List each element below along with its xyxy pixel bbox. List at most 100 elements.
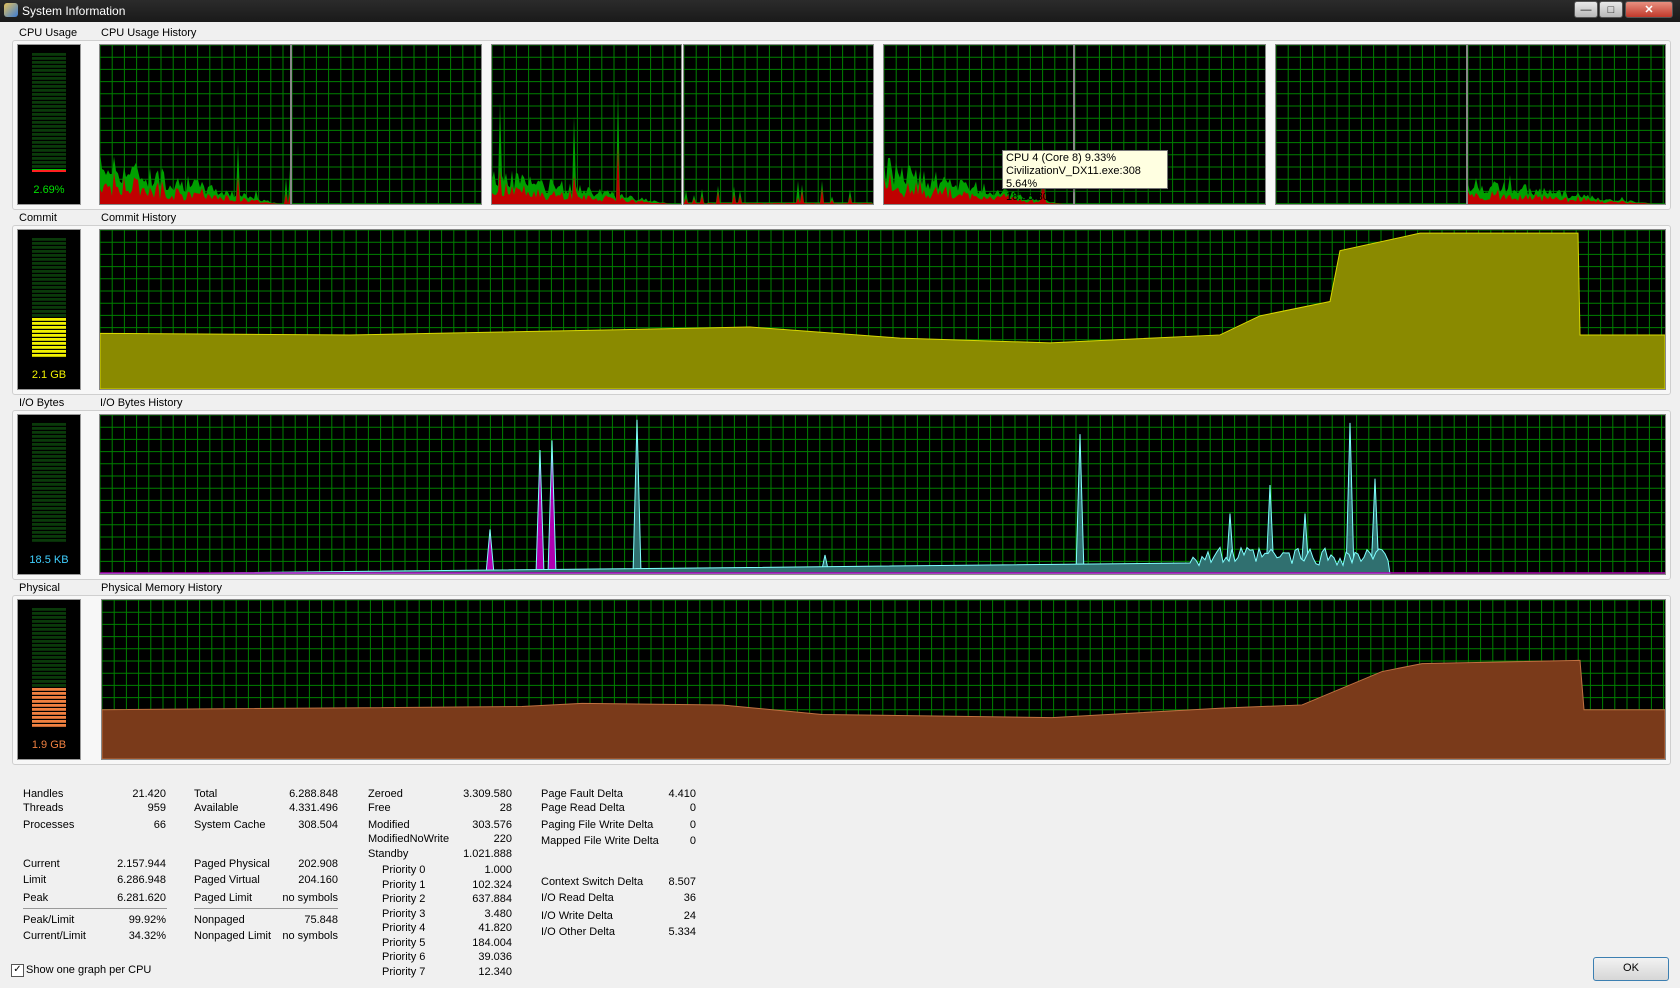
meter-bar xyxy=(32,495,66,498)
ok-button[interactable]: OK xyxy=(1593,957,1669,981)
stat-label: Paging File Write Delta xyxy=(541,819,654,831)
minimize-button[interactable]: — xyxy=(1574,1,1598,18)
io-spike xyxy=(632,419,642,574)
cpu-history-graph-3[interactable] xyxy=(491,44,682,205)
commit-history-label: Commit History xyxy=(101,212,177,224)
meter-bar xyxy=(32,499,66,502)
meter-bar xyxy=(32,117,66,120)
meter-bar xyxy=(32,716,66,719)
meter-bar xyxy=(32,676,66,679)
app-icon xyxy=(4,3,18,17)
meter-bar xyxy=(32,632,66,635)
io-history-graph[interactable] xyxy=(99,414,1666,575)
stat-label: System Cache xyxy=(194,819,266,831)
physical-meter: 1.9 GB xyxy=(17,599,81,760)
meter-bar xyxy=(32,680,66,683)
show-one-graph-per-cpu-label[interactable]: Show one graph per CPU xyxy=(26,964,151,976)
meter-bar xyxy=(32,451,66,454)
meter-bar xyxy=(32,346,66,349)
stat-label: I/O Read Delta xyxy=(541,892,614,904)
stat-label: Nonpaged Limit xyxy=(194,930,272,942)
meter-bar xyxy=(32,77,66,80)
commit-history-graph[interactable] xyxy=(99,229,1666,390)
meter-bar xyxy=(32,97,66,100)
meter-bar xyxy=(32,459,66,462)
meter-bar xyxy=(32,246,66,249)
meter-bar xyxy=(32,668,66,671)
meter-bar xyxy=(32,266,66,269)
stat-label: I/O Other Delta xyxy=(541,926,615,938)
meter-bar xyxy=(32,93,66,96)
io-spike xyxy=(1075,434,1085,574)
cpu-history-label: CPU Usage History xyxy=(101,27,197,39)
minimize-icon: — xyxy=(1580,4,1592,16)
stat-value: 41.820 xyxy=(478,922,512,934)
stat-value: 0 xyxy=(689,819,696,831)
checkmark-icon: ✓ xyxy=(13,964,22,975)
meter-bar xyxy=(32,624,66,627)
stat-value: 308.504 xyxy=(298,819,338,831)
show-one-graph-per-cpu-checkbox[interactable]: ✓ xyxy=(11,964,24,977)
meter-bar xyxy=(32,338,66,341)
stat-value: 24 xyxy=(683,910,696,922)
stat-value: 36 xyxy=(683,892,696,904)
meter-bar xyxy=(32,101,66,104)
cpu-history-graph-7[interactable] xyxy=(1275,44,1467,205)
meter-bar xyxy=(32,141,66,144)
maximize-button[interactable]: □ xyxy=(1599,1,1623,18)
meter-bar xyxy=(32,471,66,474)
tooltip-line-3: 18:28:30 xyxy=(1006,191,1049,203)
cpu-history-graph-8[interactable] xyxy=(1467,44,1666,205)
meter-bar xyxy=(32,334,66,337)
stat-value: no symbols xyxy=(282,930,338,942)
meter-bar xyxy=(32,330,66,333)
grid-lines xyxy=(684,45,873,204)
stat-value: 2.157.944 xyxy=(117,858,166,870)
cpu-history-graph-2[interactable] xyxy=(291,44,482,205)
stat-value: 220 xyxy=(493,833,512,845)
meter-bar xyxy=(32,286,66,289)
meter-bar xyxy=(32,121,66,124)
stat-value: 204.160 xyxy=(298,874,338,886)
stat-label: Zeroed xyxy=(368,788,403,800)
cpu-history-graph-1[interactable] xyxy=(99,44,291,205)
title-bar[interactable]: System Information — □ ✕ xyxy=(0,0,1680,22)
stat-value: no symbols xyxy=(282,892,338,904)
io-bytes-label: I/O Bytes xyxy=(19,397,65,409)
meter-bar xyxy=(32,310,66,313)
stat-value: 21.420 xyxy=(132,788,166,800)
cpu-usage-meter: 2.69% xyxy=(17,44,81,205)
meter-bar xyxy=(32,467,66,470)
io-history-label: I/O Bytes History xyxy=(100,397,183,409)
meter-bar xyxy=(32,620,66,623)
cpu-total-area xyxy=(492,89,681,204)
meter-bar xyxy=(32,109,66,112)
stat-label: Priority 6 xyxy=(382,951,426,963)
meter-bar xyxy=(32,354,66,357)
meter-bar xyxy=(32,350,66,353)
commit-meter-bars xyxy=(32,238,66,357)
meter-bar xyxy=(32,81,66,84)
stat-value: 202.908 xyxy=(298,858,338,870)
io-spike xyxy=(547,440,557,574)
cpu-kernel-area xyxy=(684,188,873,204)
meter-bar xyxy=(32,636,66,639)
meter-bar xyxy=(32,704,66,707)
meter-bar xyxy=(32,672,66,675)
physical-memory-history-graph[interactable] xyxy=(101,599,1666,760)
meter-bar xyxy=(32,254,66,257)
meter-bar xyxy=(32,431,66,434)
meter-bar xyxy=(32,519,66,522)
meter-bar xyxy=(32,89,66,92)
stat-label: Priority 2 xyxy=(382,893,426,905)
meter-bar xyxy=(32,61,66,64)
io-activity-area xyxy=(100,546,1391,574)
io-spike xyxy=(535,449,545,574)
cpu-history-graph-4[interactable] xyxy=(683,44,874,205)
meter-bar xyxy=(32,153,66,156)
io-bytes-value: 18.5 KB xyxy=(29,554,69,566)
io-spike xyxy=(485,529,495,574)
close-button[interactable]: ✕ xyxy=(1625,1,1673,18)
meter-bar xyxy=(32,326,66,329)
stat-value: 1.021.888 xyxy=(463,848,512,860)
